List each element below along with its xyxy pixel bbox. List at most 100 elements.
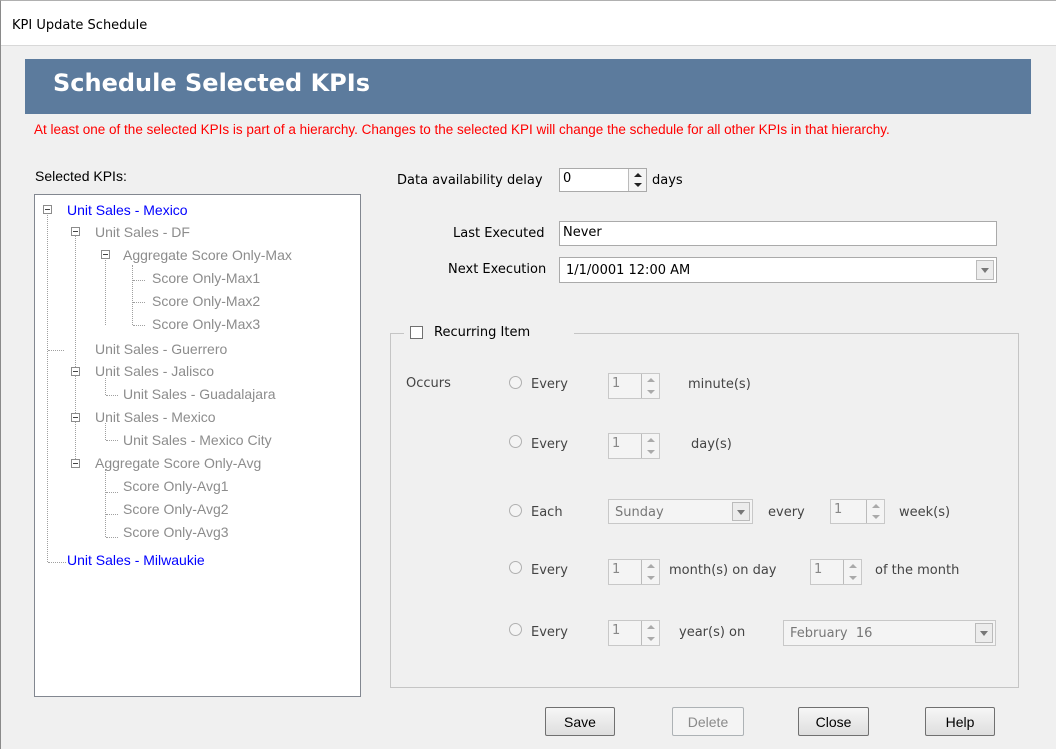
recurring-label: Recurring Item [434,325,531,340]
every-days-label: Every [531,437,568,452]
tree-connector [106,537,118,538]
header-banner: Schedule Selected KPIs [25,59,1031,114]
last-executed-field[interactable]: Never [559,221,997,246]
close-button[interactable]: Close [798,707,869,736]
every-years-label: Every [531,625,568,640]
tree-node[interactable]: Unit Sales - Mexico City [123,432,272,448]
weeks-value: 1 [834,502,843,517]
months-stepper[interactable]: 1 [608,559,660,585]
each-week-radio[interactable] [509,504,522,517]
group-legend: Recurring Item [404,323,574,343]
selected-kpis-label: Selected KPIs: [35,168,127,184]
spin-arrows-icon[interactable] [866,500,884,523]
delete-button[interactable]: Delete [672,707,744,736]
next-execution-value: 1/1/0001 12:00 AM [566,263,691,278]
of-the-month-label: of the month [875,563,960,578]
each-week-label: Each [531,505,563,520]
tree-connector [106,440,118,441]
month-day-value: 1 [814,562,823,577]
tree-node[interactable]: Score Only-Avg3 [123,524,229,540]
collapse-icon[interactable] [71,459,80,468]
chevron-down-icon[interactable] [976,260,994,280]
years-stepper[interactable]: 1 [608,620,660,646]
collapse-icon[interactable] [71,227,80,236]
every-label: every [768,505,805,520]
tree-node[interactable]: Aggregate Score Only-Avg [95,455,261,471]
spin-arrows-icon[interactable] [628,169,646,191]
tree-node[interactable]: Score Only-Avg2 [123,501,229,517]
every-months-label: Every [531,563,568,578]
tree-connector [105,423,106,440]
tree-node[interactable]: Unit Sales - Mexico [67,202,188,218]
days-unit: day(s) [691,437,732,452]
month-day-label: month(s) on day [669,563,777,578]
tree-connector [48,350,64,351]
tree-node[interactable]: Score Only-Max2 [152,293,260,309]
tree-node[interactable]: Unit Sales - Mexico [95,409,216,425]
days-value: 1 [612,436,621,451]
spin-arrows-icon[interactable] [641,621,659,645]
title-bar: KPI Update Schedule [0,0,1056,46]
hierarchy-warning: At least one of the selected KPIs is par… [34,122,890,137]
chevron-down-icon[interactable] [732,502,750,521]
tree-node[interactable]: Aggregate Score Only-Max [123,247,292,263]
kpi-tree[interactable]: Unit Sales - Mexico Unit Sales - DF Aggr… [34,194,361,697]
tree-connector [105,258,106,325]
tree-connector [133,302,145,303]
recurring-checkbox[interactable] [410,326,423,339]
save-button[interactable]: Save [545,707,615,736]
weekday-select[interactable]: Sunday [608,499,753,524]
tree-node[interactable]: Score Only-Avg1 [123,478,229,494]
spin-arrows-icon[interactable] [641,374,659,398]
every-years-radio[interactable] [509,623,522,636]
tree-connector [133,325,145,326]
days-stepper[interactable]: 1 [608,433,660,459]
help-button[interactable]: Help [925,707,995,736]
delay-unit: days [652,173,683,188]
every-months-radio[interactable] [509,561,522,574]
tree-node[interactable]: Score Only-Max1 [152,270,260,286]
every-minutes-label: Every [531,377,568,392]
tree-connector [106,492,118,493]
year-date-select[interactable]: February 16 [783,620,996,646]
tree-connector [75,236,76,465]
chevron-down-icon[interactable] [975,623,993,643]
collapse-icon[interactable] [71,413,80,422]
every-minutes-radio[interactable] [509,376,522,389]
spin-arrows-icon[interactable] [843,560,861,584]
tree-connector [105,469,106,537]
collapse-icon[interactable] [43,205,52,214]
minutes-stepper[interactable]: 1 [608,373,660,399]
tree-node[interactable]: Unit Sales - Guadalajara [123,386,276,402]
minutes-value: 1 [612,376,621,391]
tree-node[interactable]: Unit Sales - Jalisco [95,363,214,379]
spin-arrows-icon[interactable] [641,434,659,458]
spin-arrows-icon[interactable] [641,560,659,584]
month-day-stepper[interactable]: 1 [810,559,862,585]
year-date-value: February 16 [790,626,873,641]
tree-connector [47,215,48,562]
weekday-value: Sunday [615,505,664,520]
minutes-unit: minute(s) [688,377,751,392]
tree-connector [106,395,118,396]
tree-node[interactable]: Unit Sales - DF [95,224,190,240]
last-executed-label: Last Executed [453,226,545,241]
delay-value: 0 [563,171,572,186]
tree-node[interactable]: Score Only-Max3 [152,316,260,332]
delay-stepper[interactable]: 0 [559,168,647,192]
tree-node[interactable]: Unit Sales - Milwaukie [67,552,205,568]
weeks-unit: week(s) [899,505,951,520]
occurs-label: Occurs [406,376,451,391]
weeks-stepper[interactable]: 1 [830,499,885,524]
next-execution-select[interactable]: 1/1/0001 12:00 AM [559,257,997,283]
tree-connector [105,378,106,395]
years-value: 1 [612,623,621,638]
collapse-icon[interactable] [101,250,110,259]
delay-label: Data availability delay [397,173,543,188]
page-title: Schedule Selected KPIs [53,69,370,97]
months-value: 1 [612,562,621,577]
years-on-label: year(s) on [679,625,746,640]
tree-node[interactable]: Unit Sales - Guerrero [95,341,227,357]
collapse-icon[interactable] [71,367,80,376]
every-days-radio[interactable] [509,435,522,448]
